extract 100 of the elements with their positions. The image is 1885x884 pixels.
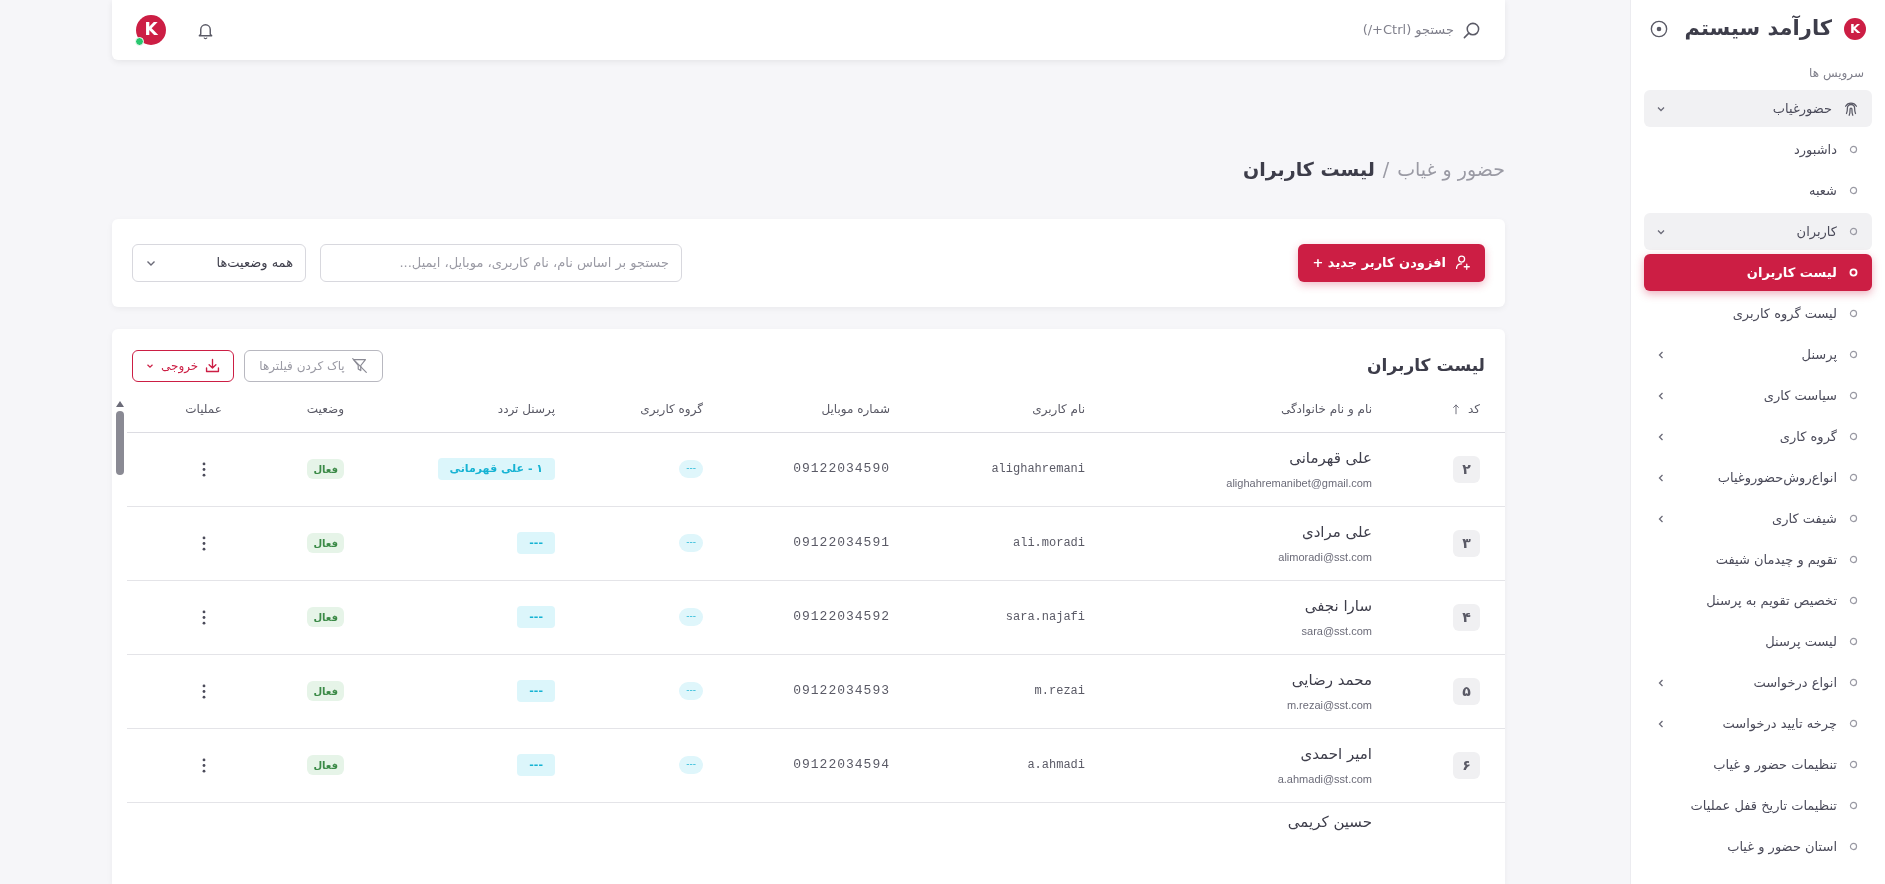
bullet-icon bbox=[1849, 760, 1858, 769]
username: alighahremani bbox=[991, 461, 1085, 478]
status-tag: فعال bbox=[307, 607, 344, 627]
bullet-icon bbox=[1849, 391, 1858, 400]
sidebar-item[interactable]: شیفت کاری bbox=[1644, 500, 1872, 537]
user-name: امیر احمدی bbox=[1300, 743, 1372, 765]
group-tag: --- bbox=[679, 534, 703, 552]
group-tag: --- bbox=[679, 608, 703, 626]
mobile-number: 09122034592 bbox=[793, 608, 890, 627]
download-icon bbox=[204, 357, 222, 374]
bullet-icon bbox=[1849, 719, 1858, 728]
sidebar-item[interactable]: کاربران bbox=[1644, 213, 1872, 250]
section-label: سرویس ها bbox=[1808, 65, 1865, 82]
sidebar-item[interactable]: تقویم و چیدمان شیفت bbox=[1644, 541, 1872, 578]
user-name: محمد رضایی bbox=[1291, 669, 1372, 691]
column-header[interactable]: پرسنل تردد bbox=[497, 400, 555, 418]
chevron-left-icon bbox=[1656, 431, 1666, 442]
scrollbar[interactable] bbox=[115, 400, 124, 475]
username: sara.najafi bbox=[1005, 609, 1085, 626]
status-tag: فعال bbox=[307, 459, 344, 479]
column-header[interactable]: نام و نام خانوادگی bbox=[1280, 400, 1372, 418]
sidebar-item[interactable]: داشبورد bbox=[1644, 131, 1872, 168]
user-email: alimoradi@sst.com bbox=[1278, 550, 1372, 565]
chevron-left-icon bbox=[1656, 718, 1666, 729]
sidebar-item[interactable]: تنظیمات تاریخ قفل عملیات bbox=[1644, 787, 1872, 824]
chevron-left-icon bbox=[1656, 349, 1666, 360]
column-header[interactable]: کد bbox=[1468, 400, 1480, 418]
code-badge: ۴ bbox=[1453, 603, 1480, 631]
column-header[interactable]: گروه کاربری bbox=[640, 400, 703, 418]
more-icon bbox=[201, 683, 206, 699]
bullet-icon bbox=[1849, 555, 1858, 564]
breadcrumb-separator: / bbox=[1382, 157, 1390, 182]
sidebar-item[interactable]: تخصیص تقویم به پرسنل bbox=[1644, 582, 1872, 619]
personnel-tag: --- bbox=[517, 532, 555, 554]
sidebar-item[interactable]: لیست گروه کاربری bbox=[1644, 295, 1872, 332]
personnel-tag: --- bbox=[517, 754, 555, 776]
search-field[interactable]: جستجو بر اساس نام، نام کاربری، موبایل، ایمیل... bbox=[320, 243, 682, 282]
sidebar-item[interactable]: حضورغیاب bbox=[1644, 90, 1872, 127]
chevron-left-icon bbox=[1656, 677, 1666, 688]
column-header[interactable]: نام کاربری bbox=[1032, 400, 1085, 418]
sidebar-item[interactable]: چرخه تایید درخواست bbox=[1644, 705, 1872, 742]
status-tag: فعال bbox=[307, 533, 344, 553]
search-button[interactable]: جستجو (Ctrl+/) bbox=[1362, 20, 1481, 40]
add-user-button[interactable]: افزودن کاربر جدید + bbox=[1298, 243, 1485, 282]
bullet-icon bbox=[1849, 514, 1858, 523]
status-tag: فعال bbox=[307, 681, 344, 701]
column-header[interactable]: وضعیت bbox=[306, 400, 344, 418]
sidebar-item[interactable]: شعبه bbox=[1644, 172, 1872, 209]
user-name: علی مرادی bbox=[1301, 521, 1372, 543]
username: a.ahmadi bbox=[1027, 757, 1085, 774]
more-icon bbox=[201, 461, 206, 477]
chevron-left-icon bbox=[1656, 472, 1666, 483]
avatar-button[interactable]: K bbox=[136, 15, 166, 45]
sidebar-item[interactable]: گروه کاری bbox=[1644, 418, 1872, 455]
sidebar-item[interactable]: تنظیمات حضور و غیاب bbox=[1644, 746, 1872, 783]
sidebar-item[interactable]: لیست کاربران bbox=[1644, 254, 1872, 291]
bullet-icon bbox=[1849, 637, 1858, 646]
code-badge: ۶ bbox=[1453, 751, 1480, 779]
mobile-number: 09122034593 bbox=[793, 682, 890, 701]
bullet-icon bbox=[1849, 596, 1858, 605]
brand-title: کارآمد سیستم bbox=[1684, 14, 1832, 43]
page-title: لیست کاربران bbox=[1243, 157, 1375, 183]
bullet-icon bbox=[1849, 268, 1858, 277]
more-icon bbox=[201, 757, 206, 773]
dot-circle-icon bbox=[1650, 20, 1668, 38]
sidebar-item[interactable]: پرسنل bbox=[1644, 336, 1872, 373]
filter-off-icon bbox=[350, 357, 368, 374]
mobile-number: 09122034591 bbox=[793, 534, 890, 553]
sidebar-item[interactable]: سیاست کاری bbox=[1644, 377, 1872, 414]
sidebar-item[interactable]: لیست پرسنل bbox=[1644, 623, 1872, 660]
bullet-icon bbox=[1849, 842, 1858, 851]
column-header[interactable]: عملیات bbox=[185, 400, 222, 418]
user-name: علی قهرمانی bbox=[1289, 447, 1372, 469]
bullet-icon bbox=[1849, 309, 1858, 318]
group-tag: --- bbox=[679, 756, 703, 774]
code-badge: ۵ bbox=[1453, 677, 1480, 705]
brand-logo: K bbox=[1844, 18, 1866, 40]
user-email: a.ahmadi@sst.com bbox=[1277, 772, 1372, 787]
search-icon bbox=[1462, 20, 1481, 40]
username: ali.moradi bbox=[1013, 535, 1085, 552]
export-button[interactable]: خروجی bbox=[132, 349, 235, 382]
user-name: سارا نجفی bbox=[1304, 595, 1372, 617]
sidebar-toggle-button[interactable] bbox=[1650, 20, 1668, 38]
bullet-icon bbox=[1849, 473, 1858, 482]
bullet-icon bbox=[1849, 350, 1858, 359]
sidebar-item[interactable]: انواع‌روش‌حضوروغیاب bbox=[1644, 459, 1872, 496]
user-email: sara@sst.com bbox=[1301, 624, 1372, 639]
group-tag: --- bbox=[679, 682, 703, 700]
user-plus-icon bbox=[1454, 254, 1471, 271]
mobile-number: 09122034590 bbox=[793, 460, 890, 479]
code-badge: ۲ bbox=[1453, 455, 1480, 483]
chevron-left-icon bbox=[1656, 390, 1666, 401]
sidebar-item[interactable]: انواع درخواست bbox=[1644, 664, 1872, 701]
column-header[interactable]: شماره موبایل bbox=[821, 400, 890, 418]
table-title: لیست کاربران bbox=[1367, 353, 1485, 378]
personnel-tag: --- bbox=[517, 680, 555, 702]
bullet-icon bbox=[1849, 227, 1858, 236]
status-select[interactable]: همه وضعیت‌ها bbox=[132, 243, 306, 282]
sidebar-item[interactable]: استان حضور و غیاب bbox=[1644, 828, 1872, 865]
bullet-icon bbox=[1849, 801, 1858, 810]
